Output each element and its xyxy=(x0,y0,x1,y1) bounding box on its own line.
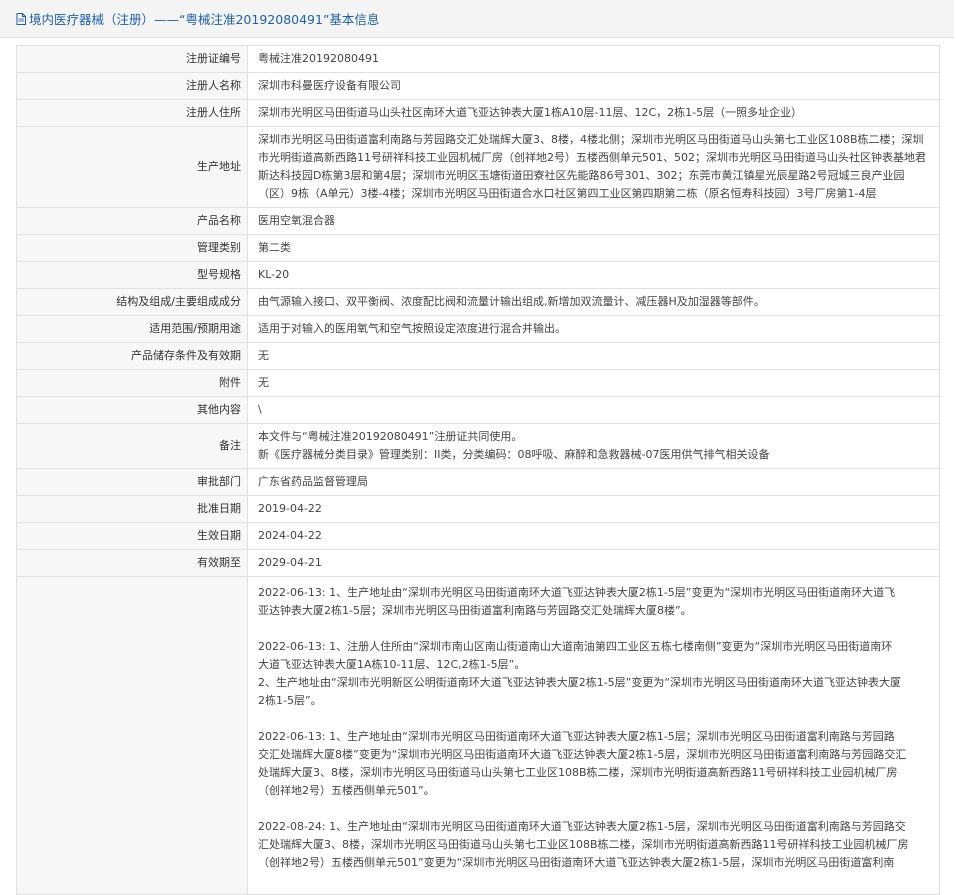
field-value: KL-20 xyxy=(247,261,940,289)
field-label: 生效日期 xyxy=(16,522,248,550)
field-value: 深圳市光明区马田街道马山头社区南环大道飞亚达钟表大厦1栋A10层-11层、12C… xyxy=(247,99,940,127)
field-label: 注册人住所 xyxy=(16,99,248,127)
field-label: 备注 xyxy=(16,423,248,469)
change-line: 亚达钟表大厦2栋1-5层；深圳市光明区马田街道富利南路与芳园路交汇处瑞辉大厦8楼… xyxy=(258,604,692,617)
field-label: 有效期至 xyxy=(16,549,248,577)
change-entry: 2022-06-13: 1、生产地址由“深圳市光明区马田街道南环大道飞亚达钟表大… xyxy=(258,584,929,620)
info-row-change-history: 2022-06-13: 1、生产地址由“深圳市光明区马田街道南环大道飞亚达钟表大… xyxy=(16,576,940,895)
change-line: 汇处瑞辉大厦3、8楼，深圳市光明区马田街道马山头第七工业区108B栋二楼，深圳市… xyxy=(258,838,909,851)
change-line: 2022-06-13: 1、生产地址由“深圳市光明区马田街道南环大道飞亚达钟表大… xyxy=(258,586,896,599)
field-label: 型号规格 xyxy=(16,261,248,289)
field-value: 由气源输入接口、双平衡阀、浓度配比阀和流量计输出组成,新增加双流量计、减压器H及… xyxy=(247,288,940,316)
page-title-bar: 境内医疗器械（注册）——“粤械注准20192080491”基本信息 xyxy=(0,0,954,38)
change-line: 2栋1-5层”。 xyxy=(258,694,322,707)
field-label: 管理类别 xyxy=(16,234,248,262)
field-value: 本文件与“粤械注准20192080491”注册证共同使用。新《医疗器械分类目录》… xyxy=(247,423,940,469)
field-value: 深圳市科曼医疗设备有限公司 xyxy=(247,72,940,100)
info-row: 适用范围/预期用途 适用于对输入的医用氧气和空气按照设定浓度进行混合并输出。 xyxy=(16,315,940,343)
change-line: 大道飞亚达钟表大厦1A栋10-11层、12C,2栋1-5层”。 xyxy=(258,658,526,671)
info-row: 管理类别 第二类 xyxy=(16,234,940,262)
field-label: 注册人名称 xyxy=(16,72,248,100)
change-line: 2022-06-13: 1、生产地址由“深圳市光明区马田街道南环大道飞亚达钟表大… xyxy=(258,730,895,743)
change-line: 交汇处瑞辉大厦8楼”变更为“深圳市光明区马田街道南环大道飞亚达钟表大厦2栋1-5… xyxy=(258,748,907,761)
field-label: 其他内容 xyxy=(16,396,248,424)
info-row: 产品名称 医用空氧混合器 xyxy=(16,207,940,235)
info-row: 其他内容 \ xyxy=(16,396,940,424)
info-row: 批准日期 2019-04-22 xyxy=(16,495,940,523)
info-row: 注册人名称 深圳市科曼医疗设备有限公司 xyxy=(16,72,940,100)
field-label: 注册证编号 xyxy=(16,45,248,73)
field-value: 广东省药品监督管理局 xyxy=(247,468,940,496)
change-line: 2022-06-13: 1、注册人住所由“深圳市南山区南山街道南山大道南油第四工… xyxy=(258,640,893,653)
field-label-empty xyxy=(16,576,248,895)
field-label: 批准日期 xyxy=(16,495,248,523)
field-value: 2019-04-22 xyxy=(247,495,940,523)
change-line: 处瑞辉大厦3、8楼，深圳市光明区马田街道马山头第七工业区108B栋二楼，深圳市光… xyxy=(258,766,898,779)
field-value: 适用于对输入的医用氧气和空气按照设定浓度进行混合并输出。 xyxy=(247,315,940,343)
field-value: 深圳市光明区马田街道富利南路与芳园路交汇处瑞辉大厦3、8楼，4楼北侧；深圳市光明… xyxy=(247,126,940,208)
field-label: 适用范围/预期用途 xyxy=(16,315,248,343)
field-value: 第二类 xyxy=(247,234,940,262)
device-info-table: 注册证编号 粤械注准20192080491 注册人名称 深圳市科曼医疗设备有限公… xyxy=(16,45,940,895)
field-value: 2024-04-22 xyxy=(247,522,940,550)
change-history: 2022-06-13: 1、生产地址由“深圳市光明区马田街道南环大道飞亚达钟表大… xyxy=(247,576,940,895)
field-label: 产品储存条件及有效期 xyxy=(16,342,248,370)
info-row: 生效日期 2024-04-22 xyxy=(16,522,940,550)
info-row: 生产地址 深圳市光明区马田街道富利南路与芳园路交汇处瑞辉大厦3、8楼，4楼北侧；… xyxy=(16,126,940,208)
change-line: 2、生产地址由“深圳市光明新区公明街道南环大道飞亚达钟表大厦2栋1-5层”变更为… xyxy=(258,676,902,689)
change-line: （创祥地2号）五楼西侧单元501”变更为“深圳市光明区马田街道南环大道飞亚达钟表… xyxy=(258,856,895,869)
field-value: 医用空氧混合器 xyxy=(247,207,940,235)
field-label: 产品名称 xyxy=(16,207,248,235)
field-value: 无 xyxy=(247,342,940,370)
info-row: 有效期至 2029-04-21 xyxy=(16,549,940,577)
remark-line: 本文件与“粤械注准20192080491”注册证共同使用。 xyxy=(258,430,523,443)
info-row: 注册人住所 深圳市光明区马田街道马山头社区南环大道飞亚达钟表大厦1栋A10层-1… xyxy=(16,99,940,127)
field-label: 审批部门 xyxy=(16,468,248,496)
info-row: 注册证编号 粤械注准20192080491 xyxy=(16,45,940,73)
field-value: 无 xyxy=(247,369,940,397)
info-row: 附件 无 xyxy=(16,369,940,397)
info-row: 审批部门 广东省药品监督管理局 xyxy=(16,468,940,496)
info-row: 结构及组成/主要组成成分 由气源输入接口、双平衡阀、浓度配比阀和流量计输出组成,… xyxy=(16,288,940,316)
field-value: 2029-04-21 xyxy=(247,549,940,577)
page-title: 境内医疗器械（注册）——“粤械注准20192080491”基本信息 xyxy=(29,12,380,27)
field-label: 结构及组成/主要组成成分 xyxy=(16,288,248,316)
field-label: 附件 xyxy=(16,369,248,397)
field-label: 生产地址 xyxy=(16,126,248,208)
change-line: （创祥地2号）五楼西侧单元501”。 xyxy=(258,784,435,797)
remark-line: 新《医疗器械分类目录》管理类别：II类，分类编码：08呼吸、麻醉和急救器械-07… xyxy=(258,448,770,461)
info-row-remark: 备注 本文件与“粤械注准20192080491”注册证共同使用。新《医疗器械分类目… xyxy=(16,423,940,469)
change-line: 2022-08-24: 1、生产地址由“深圳市光明区马田街道南环大道飞亚达钟表大… xyxy=(258,820,906,833)
field-value: 粤械注准20192080491 xyxy=(247,45,940,73)
info-row: 产品储存条件及有效期 无 xyxy=(16,342,940,370)
field-value: \ xyxy=(247,396,940,424)
change-entry: 2022-08-24: 1、生产地址由“深圳市光明区马田街道南环大道飞亚达钟表大… xyxy=(258,818,929,872)
change-entry: 2022-06-13: 1、注册人住所由“深圳市南山区南山街道南山大道南油第四工… xyxy=(258,638,929,710)
document-icon xyxy=(16,12,26,25)
info-row: 型号规格 KL-20 xyxy=(16,261,940,289)
change-entry: 2022-06-13: 1、生产地址由“深圳市光明区马田街道南环大道飞亚达钟表大… xyxy=(258,728,929,800)
